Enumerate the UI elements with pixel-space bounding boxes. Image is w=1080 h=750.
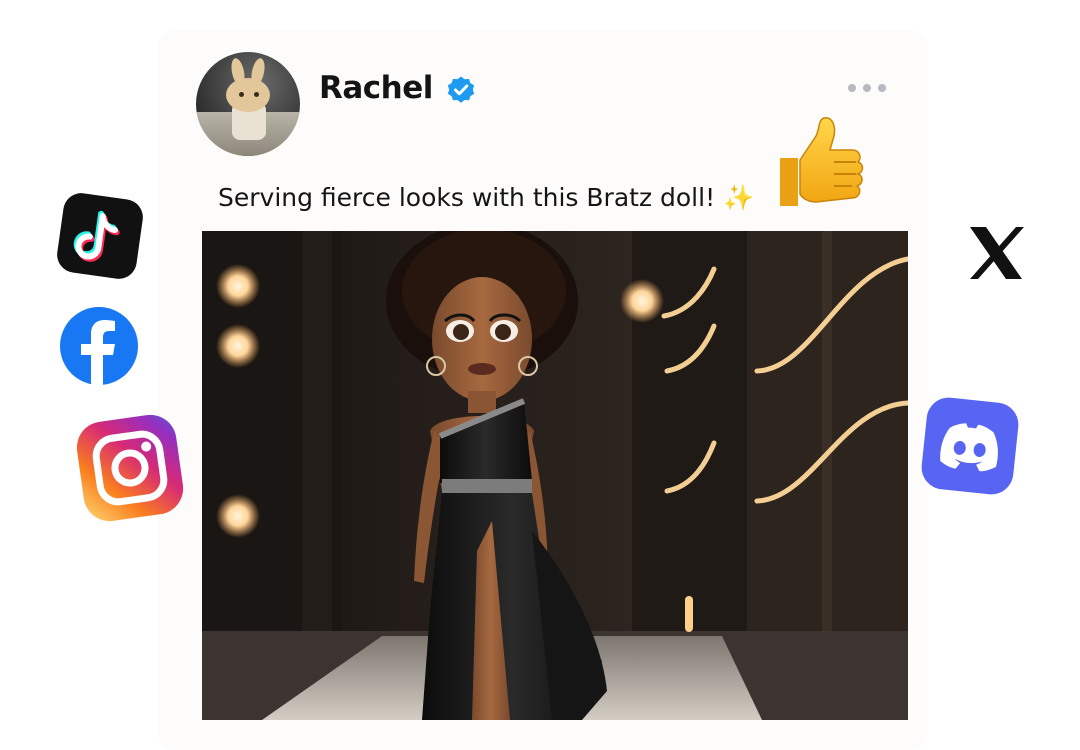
avatar[interactable] — [196, 52, 300, 156]
tiktok-icon[interactable] — [54, 190, 146, 282]
verified-badge-icon — [447, 76, 475, 103]
thumbs-up-icon[interactable] — [772, 112, 868, 212]
discord-icon[interactable] — [918, 394, 1022, 498]
author-name[interactable]: Rachel — [319, 70, 433, 106]
x-icon[interactable] — [948, 205, 1044, 301]
post-image[interactable] — [202, 231, 908, 720]
post-caption: Serving fierce looks with this Bratz dol… — [218, 183, 754, 213]
more-options-icon[interactable] — [848, 78, 886, 98]
sparkles-icon: ✨ — [723, 183, 755, 212]
instagram-icon[interactable] — [70, 408, 190, 528]
runway-doll-photo — [202, 231, 908, 720]
caption-text: Serving fierce looks with this Bratz dol… — [218, 183, 716, 212]
facebook-icon[interactable] — [58, 305, 140, 387]
